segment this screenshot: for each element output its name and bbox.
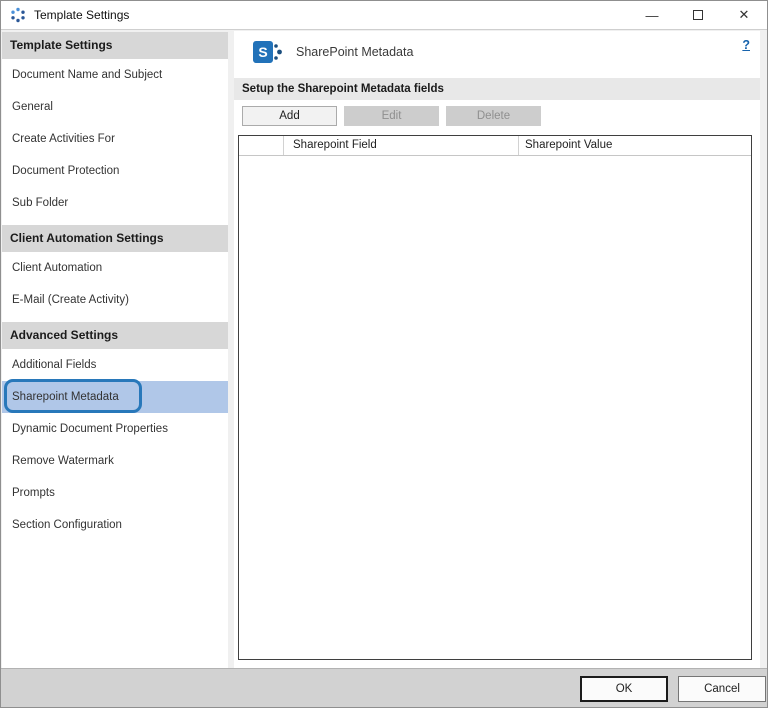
settings-sidebar: Template Settings Document Name and Subj… [2, 32, 228, 668]
sidebar-section-template-settings: Template Settings [2, 32, 228, 59]
table-header-row: Sharepoint Field Sharepoint Value [239, 136, 751, 156]
edit-button[interactable]: Edit [344, 106, 439, 126]
sidebar-item-dynamic-document-properties[interactable]: Dynamic Document Properties [2, 413, 228, 445]
sharepoint-icon-dots [274, 44, 282, 60]
toolbar: Add Edit Delete [234, 106, 760, 126]
table-header-row-selector[interactable] [239, 136, 284, 155]
window-title: Template Settings [34, 8, 130, 22]
close-icon: ✕ [738, 7, 750, 22]
section-label: Setup the Sharepoint Metadata fields [234, 78, 760, 100]
sidebar-item-document-protection[interactable]: Document Protection [2, 155, 228, 187]
sidebar-item-remove-watermark[interactable]: Remove Watermark [2, 445, 228, 477]
close-button[interactable]: ✕ [721, 1, 767, 29]
sidebar-item-additional-fields[interactable]: Additional Fields [2, 349, 228, 381]
sidebar-item-sharepoint-metadata[interactable]: Sharepoint Metadata [2, 379, 228, 413]
delete-button[interactable]: Delete [446, 106, 541, 126]
minimize-icon: — [645, 7, 659, 23]
sharepoint-icon-square: S [253, 41, 273, 63]
maximize-button[interactable] [675, 1, 721, 29]
table-header-sharepoint-field[interactable]: Sharepoint Field [284, 136, 519, 155]
sidebar-item-create-activities-for[interactable]: Create Activities For [2, 123, 228, 155]
panel-title: SharePoint Metadata [296, 45, 414, 59]
sharepoint-metadata-panel: S SharePoint Metadata ? Setup the Sharep… [234, 31, 760, 668]
sidebar-item-client-automation[interactable]: Client Automation [2, 252, 228, 284]
table-body-empty[interactable] [239, 156, 751, 659]
help-icon[interactable]: ? [742, 38, 750, 52]
ok-button[interactable]: OK [580, 676, 668, 702]
sidebar-item-email-create-activity[interactable]: E-Mail (Create Activity) [2, 284, 228, 316]
add-button[interactable]: Add [242, 106, 337, 126]
minimize-button[interactable]: — [629, 1, 675, 29]
app-icon [11, 7, 25, 23]
sidebar-section-client-automation-settings: Client Automation Settings [2, 225, 228, 252]
sidebar-item-sub-folder[interactable]: Sub Folder [2, 187, 228, 219]
sidebar-item-label: Sharepoint Metadata [12, 391, 119, 403]
panel-header: S SharePoint Metadata [234, 31, 760, 73]
sidebar-item-document-name-and-subject[interactable]: Document Name and Subject [2, 59, 228, 91]
table-header-sharepoint-value[interactable]: Sharepoint Value [519, 136, 751, 155]
sidebar-section-advanced-settings: Advanced Settings [2, 322, 228, 349]
sidebar-item-general[interactable]: General [2, 91, 228, 123]
dialog-footer: OK Cancel [1, 668, 767, 707]
template-settings-dialog: { "window": { "title": "Template Setting… [0, 0, 768, 708]
cancel-button[interactable]: Cancel [678, 676, 766, 702]
sidebar-item-prompts[interactable]: Prompts [2, 477, 228, 509]
window-controls: — ✕ [629, 1, 767, 29]
metadata-table: Sharepoint Field Sharepoint Value [238, 135, 752, 660]
maximize-icon [693, 10, 703, 20]
sidebar-item-section-configuration[interactable]: Section Configuration [2, 509, 228, 541]
sharepoint-icon: S [253, 41, 283, 63]
titlebar: Template Settings — ✕ [1, 1, 767, 30]
